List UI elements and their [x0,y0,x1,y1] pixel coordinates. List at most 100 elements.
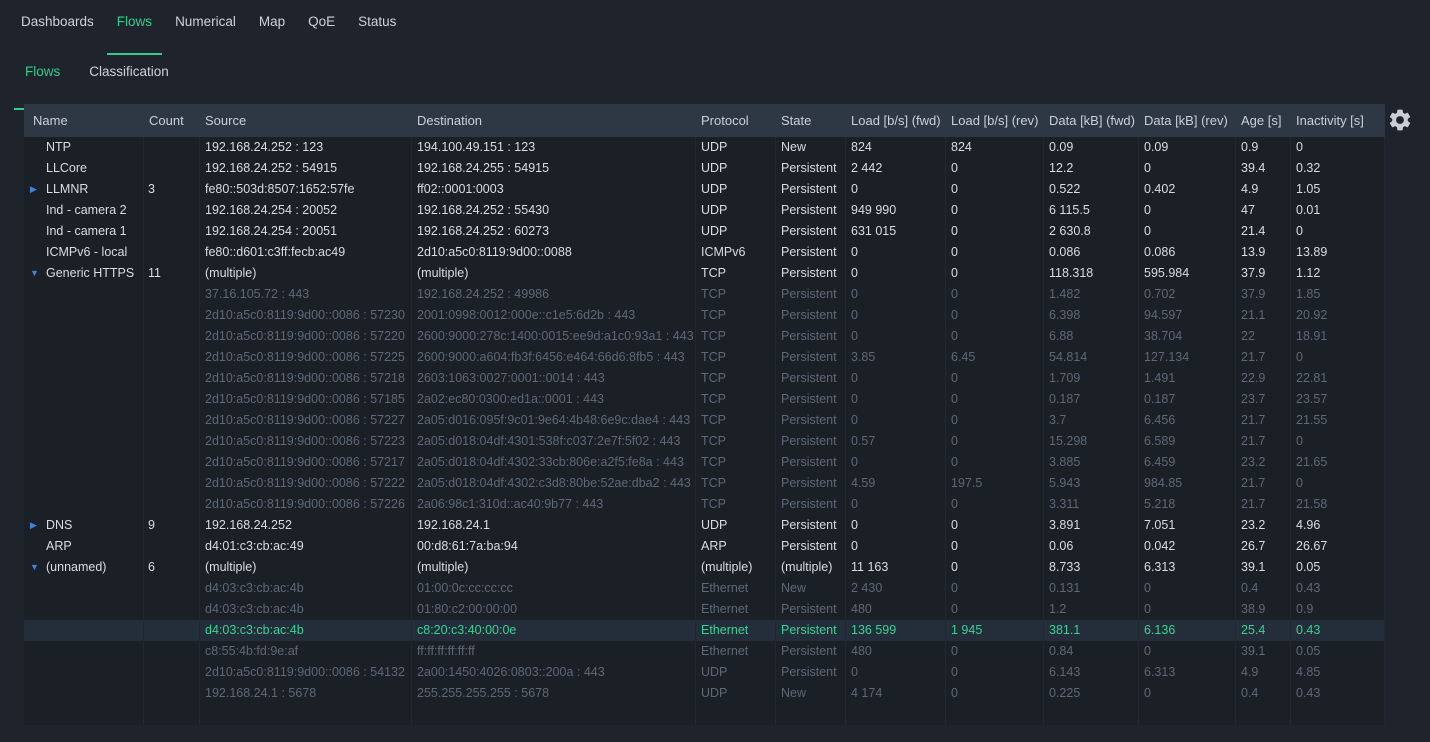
table-row[interactable]: 2d10:a5c0:8119:9d00::0086 : 572272a05:d0… [24,410,1385,431]
flow-load-fwd: 0 [846,179,946,200]
column-header-destination[interactable]: Destination [412,104,696,137]
flow-name: (unnamed) [46,557,106,578]
table-row[interactable]: d4:03:c3:cb:ac:4b01:00:0c:cc:cc:ccEthern… [24,578,1385,599]
expand-arrow-collapsed-icon[interactable]: ▶ [30,515,46,536]
table-row[interactable]: 2d10:a5c0:8119:9d00::0086 : 572262a06:98… [24,494,1385,515]
flow-count [144,599,200,620]
flow-inactivity: 13.89 [1291,242,1385,263]
nav-item-status[interactable]: Status [358,14,396,46]
table-row[interactable]: ARPd4:01:c3:cb:ac:4900:d8:61:7a:ba:94ARP… [24,536,1385,557]
column-header-inactivity-s[interactable]: Inactivity [s] [1291,104,1385,137]
table-row[interactable]: NTP192.168.24.252 : 123194.100.49.151 : … [24,137,1385,158]
table-row[interactable]: ▼(unnamed)6(multiple)(multiple)(multiple… [24,557,1385,578]
table-row[interactable]: 2d10:a5c0:8119:9d00::0086 : 572202600:90… [24,326,1385,347]
expand-arrow-expanded-icon[interactable]: ▼ [30,263,46,284]
column-header-data-kb-fwd[interactable]: Data [kB] (fwd) [1044,104,1139,137]
table-row[interactable]: 192.168.24.1 : 5678255.255.255.255 : 567… [24,683,1385,704]
flow-source: 2d10:a5c0:8119:9d00::0086 : 57223 [200,431,412,452]
flow-destination: 00:d8:61:7a:ba:94 [412,536,696,557]
column-header-name[interactable]: Name [24,104,144,137]
flow-inactivity: 0 [1291,137,1385,158]
column-header-load-b-s-rev[interactable]: Load [b/s] (rev) [946,104,1044,137]
column-header-source[interactable]: Source [200,104,412,137]
flow-source: 192.168.24.252 [200,515,412,536]
column-header-state[interactable]: State [776,104,846,137]
flow-age: 21.4 [1236,221,1291,242]
nav-item-numerical[interactable]: Numerical [175,14,236,46]
flow-name-cell [24,452,144,473]
tab-flows[interactable]: Flows [25,64,60,96]
flow-source: 2d10:a5c0:8119:9d00::0086 : 54132 [200,662,412,683]
flow-load-fwd: 3.85 [846,347,946,368]
table-row[interactable]: 2d10:a5c0:8119:9d00::0086 : 541322a00:14… [24,662,1385,683]
table-row[interactable]: Ind - camera 1192.168.24.254 : 20051192.… [24,221,1385,242]
flow-source: 2d10:a5c0:8119:9d00::0086 : 57225 [200,347,412,368]
flow-name-cell: ▼Generic HTTPS [24,263,144,284]
flow-load-fwd: 0 [846,410,946,431]
table-row[interactable]: 2d10:a5c0:8119:9d00::0086 : 572182603:10… [24,368,1385,389]
nav-item-dashboards[interactable]: Dashboards [21,14,94,46]
flow-name-cell: NTP [24,137,144,158]
flow-data-rev: 1.491 [1139,368,1236,389]
flow-state: Persistent [776,473,846,494]
table-row[interactable]: 2d10:a5c0:8119:9d00::0086 : 572222a05:d0… [24,473,1385,494]
flow-count [144,137,200,158]
flow-destination: 192.168.24.252 : 49986 [412,284,696,305]
column-header-data-kb-rev[interactable]: Data [kB] (rev) [1139,104,1236,137]
flow-data-fwd: 6.88 [1044,326,1139,347]
table-row[interactable]: ▶LLMNR3fe80::503d:8507:1652:57feff02::00… [24,179,1385,200]
flow-data-rev: 0 [1139,641,1236,662]
nav-item-flows[interactable]: Flows [117,14,152,46]
nav-item-map[interactable]: Map [259,14,285,46]
flow-data-rev: 0.042 [1139,536,1236,557]
flow-source: 2d10:a5c0:8119:9d00::0086 : 57227 [200,410,412,431]
flow-name-cell [24,473,144,494]
table-row[interactable]: ▶DNS9192.168.24.252192.168.24.1UDPPersis… [24,515,1385,536]
flow-source: 37.16.105.72 : 443 [200,284,412,305]
table-row[interactable]: LLCore192.168.24.252 : 54915192.168.24.2… [24,158,1385,179]
column-header-protocol[interactable]: Protocol [696,104,776,137]
table-row[interactable]: d4:03:c3:cb:ac:4b01:80:c2:00:00:00Ethern… [24,599,1385,620]
table-row[interactable]: ICMPv6 - localfe80::d601:c3ff:fecb:ac492… [24,242,1385,263]
flow-source: 192.168.24.254 : 20052 [200,200,412,221]
expand-arrow-expanded-icon[interactable]: ▼ [30,557,46,578]
table-row[interactable]: 2d10:a5c0:8119:9d00::0086 : 572252600:90… [24,347,1385,368]
flow-name-cell: ▶LLMNR [24,179,144,200]
flow-name-cell [24,662,144,683]
flow-inactivity: 21.55 [1291,410,1385,431]
column-header-count[interactable]: Count [144,104,200,137]
flow-protocol: UDP [696,515,776,536]
settings-gear-icon[interactable] [1387,107,1413,133]
flow-data-rev: 6.456 [1139,410,1236,431]
flow-load-rev: 0 [946,494,1044,515]
tab-classification[interactable]: Classification [89,64,169,96]
flow-protocol: TCP [696,452,776,473]
table-row[interactable]: 2d10:a5c0:8119:9d00::0086 : 572302001:09… [24,305,1385,326]
table-row[interactable]: Ind - camera 2192.168.24.254 : 20052192.… [24,200,1385,221]
flow-age: 39.4 [1236,158,1291,179]
flow-data-fwd: 1.2 [1044,599,1139,620]
flow-load-rev: 0 [946,452,1044,473]
flow-count [144,473,200,494]
table-row[interactable]: d4:03:c3:cb:ac:4bc8:20:c3:40:00:0eEthern… [24,620,1385,641]
filler-cell [1291,704,1385,725]
flow-inactivity: 0 [1291,473,1385,494]
column-header-load-b-s-fwd[interactable]: Load [b/s] (fwd) [846,104,946,137]
flow-protocol: TCP [696,389,776,410]
table-row[interactable]: 2d10:a5c0:8119:9d00::0086 : 572172a05:d0… [24,452,1385,473]
flow-age: 0.4 [1236,683,1291,704]
flow-name-cell: LLCore [24,158,144,179]
nav-item-qoe[interactable]: QoE [308,14,335,46]
flow-count [144,452,200,473]
column-header-age-s[interactable]: Age [s] [1236,104,1291,137]
flow-inactivity: 4.85 [1291,662,1385,683]
table-row[interactable]: 37.16.105.72 : 443192.168.24.252 : 49986… [24,284,1385,305]
table-row[interactable]: ▼Generic HTTPS11(multiple)(multiple)TCPP… [24,263,1385,284]
filler-cell [696,704,776,725]
main-nav: Dashboards Flows Numerical Map QoE Status [0,0,1430,46]
table-row[interactable]: c8:55:4b:fd:9e:afff:ff:ff:ff:ff:ffEthern… [24,641,1385,662]
table-row[interactable]: 2d10:a5c0:8119:9d00::0086 : 572232a05:d0… [24,431,1385,452]
table-row[interactable]: 2d10:a5c0:8119:9d00::0086 : 571852a02:ec… [24,389,1385,410]
flow-destination: 2a00:1450:4026:0803::200a : 443 [412,662,696,683]
expand-arrow-collapsed-icon[interactable]: ▶ [30,179,46,200]
